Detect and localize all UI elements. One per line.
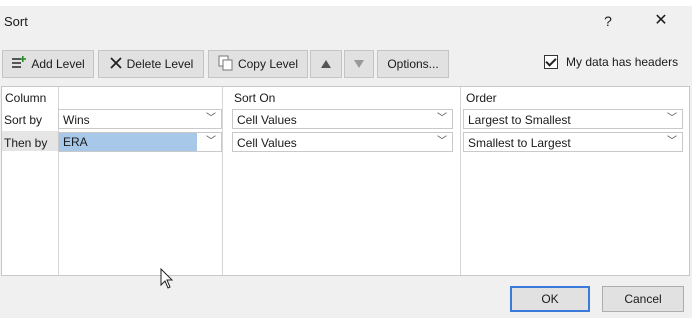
close-button[interactable]: ✕: [650, 10, 672, 32]
add-level-button[interactable]: Add Level: [2, 50, 94, 78]
delete-level-label: Delete Level: [126, 57, 194, 71]
select-value: Wins: [63, 113, 90, 127]
move-down-button[interactable]: [344, 50, 374, 78]
copy-icon: [218, 55, 234, 74]
help-button[interactable]: ?: [597, 10, 619, 32]
headers-checkbox-label: My data has headers: [566, 55, 679, 69]
copy-level-button[interactable]: Copy Level: [208, 50, 308, 78]
column-divider: [222, 87, 223, 275]
then-by-sort-on-select[interactable]: Cell Values ﹀: [232, 132, 453, 152]
sort-levels-grid: Column Sort On Order Sort by Wins ﹀ Cell…: [1, 86, 690, 276]
delete-level-button[interactable]: Delete Level: [98, 50, 204, 78]
row-label-sort-by: Sort by: [4, 113, 43, 127]
triangle-up-icon: [321, 57, 331, 71]
copy-level-label: Copy Level: [237, 57, 299, 71]
cancel-button[interactable]: Cancel: [602, 286, 684, 312]
column-header: Column: [5, 91, 47, 105]
options-label: Options...: [387, 57, 439, 71]
order-header: Order: [466, 91, 497, 105]
select-value: Largest to Smallest: [468, 113, 571, 127]
headers-option[interactable]: My data has headers: [544, 55, 678, 69]
select-value: ERA: [59, 133, 197, 151]
column-divider: [460, 87, 461, 275]
x-icon: [109, 56, 123, 73]
add-level-label: Add Level: [31, 57, 85, 71]
dialog-title: Sort: [4, 14, 28, 29]
ok-button[interactable]: OK: [510, 286, 590, 312]
chevron-down-icon[interactable]: ﹀: [432, 133, 452, 151]
select-value: Cell Values: [237, 113, 297, 127]
sort-by-sort-on-select[interactable]: Cell Values ﹀: [232, 109, 453, 129]
sort-by-order-select[interactable]: Largest to Smallest ﹀: [463, 109, 683, 129]
row-label-then-by: Then by: [4, 136, 48, 150]
options-button[interactable]: Options...: [377, 50, 449, 78]
ok-label: OK: [541, 292, 559, 306]
sort-by-column-select[interactable]: Wins ﹀: [58, 109, 222, 129]
select-value: Cell Values: [237, 136, 297, 150]
chevron-down-icon[interactable]: ﹀: [432, 110, 452, 128]
chevron-down-icon[interactable]: ﹀: [662, 133, 682, 151]
headers-checkbox[interactable]: [544, 55, 558, 69]
select-value: Smallest to Largest: [468, 136, 571, 150]
move-up-button[interactable]: [310, 50, 342, 78]
cancel-label: Cancel: [624, 292, 662, 306]
sort-on-header: Sort On: [234, 91, 276, 105]
add-level-icon: [11, 55, 27, 74]
then-by-column-select[interactable]: ERA ﹀: [58, 132, 222, 152]
dialog-titlebar: Sort ? ✕: [0, 6, 692, 36]
chevron-down-icon[interactable]: ﹀: [662, 110, 682, 128]
then-by-order-select[interactable]: Smallest to Largest ﹀: [463, 132, 683, 152]
checkmark-icon: [545, 55, 557, 67]
chevron-down-icon[interactable]: ﹀: [201, 133, 221, 151]
triangle-down-icon: [354, 57, 364, 71]
mouse-pointer-icon: [160, 267, 176, 293]
chevron-down-icon[interactable]: ﹀: [201, 110, 221, 128]
